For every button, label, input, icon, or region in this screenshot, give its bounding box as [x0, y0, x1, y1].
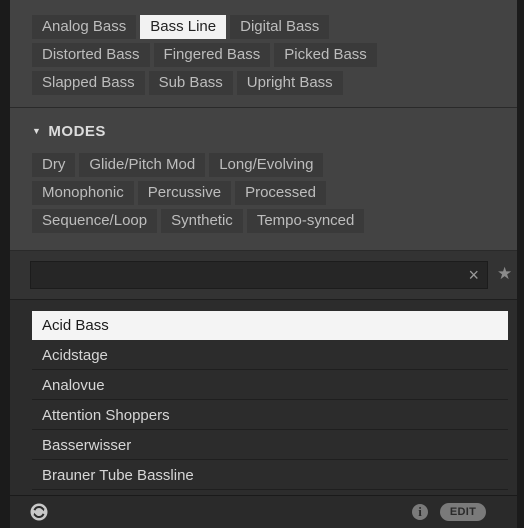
types-tag-grid: Analog Bass Bass Line Digital Bass Distorte…: [32, 15, 381, 99]
tag-long-evolving[interactable]: Long/Evolving: [209, 153, 324, 177]
tag-analog-bass[interactable]: Analog Bass: [32, 15, 137, 39]
types-section: Analog Bass Bass Line Digital Bass Distorte…: [10, 0, 517, 108]
modes-tag-row: Dry Glide/Pitch Mod Long/Evolving: [32, 153, 368, 177]
tag-monophonic[interactable]: Monophonic: [32, 181, 134, 205]
types-tag-row: Slapped Bass Sub Bass Upright Bass: [32, 71, 381, 95]
tag-tempo-synced[interactable]: Tempo-synced: [246, 209, 365, 233]
modes-tag-grid: Dry Glide/Pitch Mod Long/Evolving Monophoni…: [32, 153, 368, 237]
tag-sequence-loop[interactable]: Sequence/Loop: [32, 209, 158, 233]
tag-glide-pitch-mod[interactable]: Glide/Pitch Mod: [79, 153, 206, 177]
search-input[interactable]: [37, 266, 461, 286]
modes-header[interactable]: ▼ MODES: [32, 121, 106, 141]
result-item[interactable]: Basserwisser: [32, 431, 508, 460]
tag-dry[interactable]: Dry: [32, 153, 76, 177]
result-item[interactable]: Attention Shoppers: [32, 401, 508, 430]
tag-sub-bass[interactable]: Sub Bass: [148, 71, 233, 95]
sync-icon[interactable]: [30, 503, 48, 521]
result-item[interactable]: Acidstage: [32, 341, 508, 370]
tag-bass-line[interactable]: Bass Line: [140, 15, 227, 39]
footer-bar: i EDIT: [10, 495, 517, 528]
result-item[interactable]: Analovue: [32, 371, 508, 400]
clear-search-icon[interactable]: ×: [468, 265, 479, 285]
result-item[interactable]: Acid Bass: [32, 311, 508, 340]
types-tag-row: Distorted Bass Fingered Bass Picked Bass: [32, 43, 381, 67]
results-list: Acid Bass Acidstage Analovue Attention Shop…: [10, 300, 517, 495]
tag-percussive[interactable]: Percussive: [137, 181, 232, 205]
tag-fingered-bass[interactable]: Fingered Bass: [153, 43, 271, 67]
favorites-star-icon[interactable]: ★: [497, 264, 512, 284]
tag-synthetic[interactable]: Synthetic: [161, 209, 243, 233]
tag-digital-bass[interactable]: Digital Bass: [230, 15, 330, 39]
collapse-triangle-icon: ▼: [32, 126, 42, 136]
modes-tag-row: Monophonic Percussive Processed: [32, 181, 368, 205]
modes-tag-row: Sequence/Loop Synthetic Tempo-synced: [32, 209, 368, 233]
modes-header-label: MODES: [48, 123, 106, 140]
search-box[interactable]: ×: [30, 261, 488, 289]
tag-upright-bass[interactable]: Upright Bass: [236, 71, 343, 95]
tag-picked-bass[interactable]: Picked Bass: [274, 43, 377, 67]
info-icon[interactable]: i: [412, 504, 428, 520]
edit-button[interactable]: EDIT: [440, 503, 486, 521]
search-bar: × ★: [10, 251, 517, 300]
result-item[interactable]: Brauner Tube Bassline: [32, 461, 508, 490]
tag-slapped-bass[interactable]: Slapped Bass: [32, 71, 145, 95]
tag-processed[interactable]: Processed: [235, 181, 326, 205]
modes-section: ▼ MODES Dry Glide/Pitch Mod Long/Evolving Mo…: [10, 108, 517, 251]
tag-distorted-bass[interactable]: Distorted Bass: [32, 43, 150, 67]
types-tag-row: Analog Bass Bass Line Digital Bass: [32, 15, 381, 39]
